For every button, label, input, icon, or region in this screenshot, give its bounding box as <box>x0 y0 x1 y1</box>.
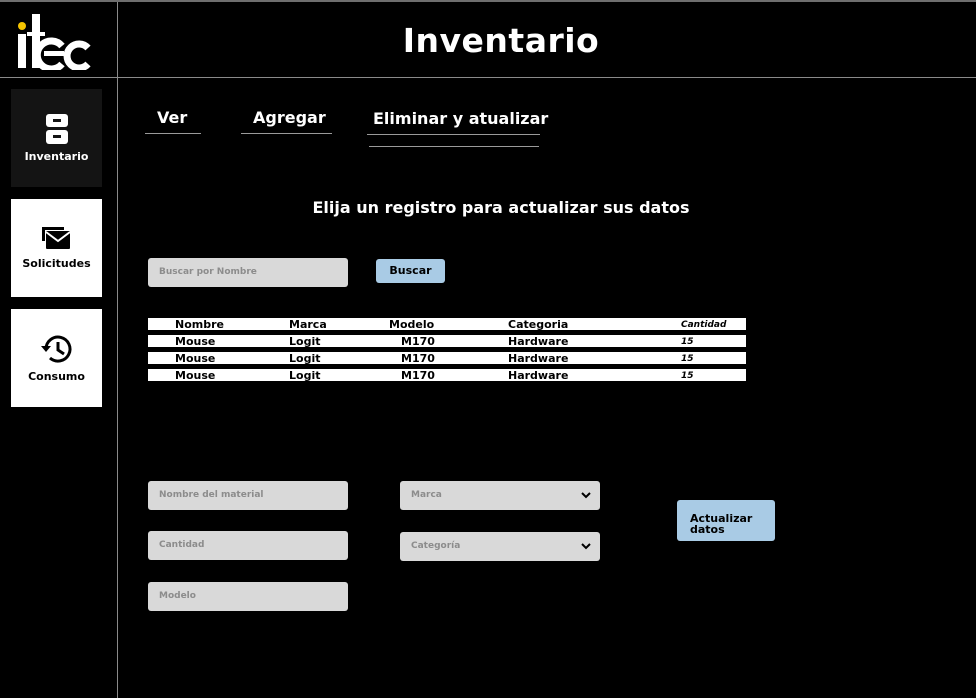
marca-select[interactable]: Marca <box>400 481 600 510</box>
sidebar-item-inventario[interactable]: Inventario <box>11 89 102 187</box>
column-header: Modelo <box>389 318 435 330</box>
cell-cantidad: 15 <box>681 337 694 347</box>
sidebar-item-label: Solicitudes <box>22 256 91 270</box>
archive-icon <box>45 113 68 144</box>
cell-modelo: M170 <box>401 352 435 364</box>
column-header: Marca <box>289 318 327 330</box>
cell-nombre: Mouse <box>175 335 216 347</box>
cantidad-input[interactable]: Cantidad <box>148 531 348 560</box>
cell-categoria: Hardware <box>508 335 569 347</box>
search-input[interactable]: Buscar por Nombre <box>148 258 348 287</box>
inventory-table: Nombre Marca Modelo Categoria Cantidad M… <box>148 318 746 386</box>
header: itec Inventario <box>0 2 976 78</box>
tab-agregar-underline <box>241 133 332 134</box>
column-header: Nombre <box>175 318 224 330</box>
history-icon <box>40 335 71 363</box>
table-row[interactable]: Mouse Logit M170 Hardware 15 <box>148 369 746 381</box>
cantidad-placeholder: Cantidad <box>159 540 205 550</box>
cell-modelo: M170 <box>401 335 435 347</box>
cell-marca: Logit <box>289 335 321 347</box>
categoria-placeholder: Categoría <box>411 541 461 551</box>
cell-nombre: Mouse <box>175 369 216 381</box>
table-row[interactable]: Mouse Logit M170 Hardware 15 <box>148 335 746 347</box>
chevron-down-icon <box>581 492 591 499</box>
search-placeholder: Buscar por Nombre <box>159 267 257 277</box>
chevron-down-icon <box>581 543 591 550</box>
cell-marca: Logit <box>289 352 321 364</box>
tab-eliminar-underline <box>367 134 540 135</box>
cell-cantidad: 15 <box>681 371 694 381</box>
cell-categoria: Hardware <box>508 369 569 381</box>
modelo-input[interactable]: Modelo <box>148 582 348 611</box>
sidebar-item-solicitudes[interactable]: Solicitudes <box>11 199 102 297</box>
search-button[interactable]: Buscar <box>376 259 445 283</box>
tab-agregar[interactable]: Agregar <box>253 108 326 127</box>
cell-nombre: Mouse <box>175 352 216 364</box>
sidebar: Inventario Solicitudes Consumo <box>0 78 118 698</box>
cell-marca: Logit <box>289 369 321 381</box>
active-tab-indicator <box>369 146 539 147</box>
modelo-placeholder: Modelo <box>159 591 196 601</box>
marca-placeholder: Marca <box>411 490 442 500</box>
tab-ver-underline <box>145 133 201 134</box>
cell-categoria: Hardware <box>508 352 569 364</box>
sidebar-item-consumo[interactable]: Consumo <box>11 309 102 407</box>
datos-label: datos <box>690 523 725 536</box>
mail-icon <box>41 226 71 249</box>
column-header: Cantidad <box>681 320 727 330</box>
table-header-row: Nombre Marca Modelo Categoria Cantidad <box>148 318 746 330</box>
nombre-material-input[interactable]: Nombre del material <box>148 481 348 510</box>
actualizar-datos-button[interactable]: Actualizar datos <box>677 500 775 541</box>
tab-ver[interactable]: Ver <box>157 108 187 127</box>
table-row[interactable]: Mouse Logit M170 Hardware 15 <box>148 352 746 364</box>
nombre-material-placeholder: Nombre del material <box>159 490 264 500</box>
sidebar-item-label: Inventario <box>24 149 89 163</box>
section-heading: Elija un registro para actualizar sus da… <box>312 198 690 217</box>
categoria-select[interactable]: Categoría <box>400 532 600 561</box>
cell-cantidad: 15 <box>681 354 694 364</box>
sidebar-item-label: Consumo <box>28 369 85 383</box>
column-header: Categoria <box>508 318 569 330</box>
itec-logo-icon <box>18 14 91 70</box>
tab-eliminar-actualizar[interactable]: Eliminar y atualizar <box>373 109 548 128</box>
logo-text: itec <box>0 2 1 3</box>
page-title: Inventario <box>402 20 600 60</box>
cell-modelo: M170 <box>401 369 435 381</box>
logo: itec <box>0 2 118 78</box>
